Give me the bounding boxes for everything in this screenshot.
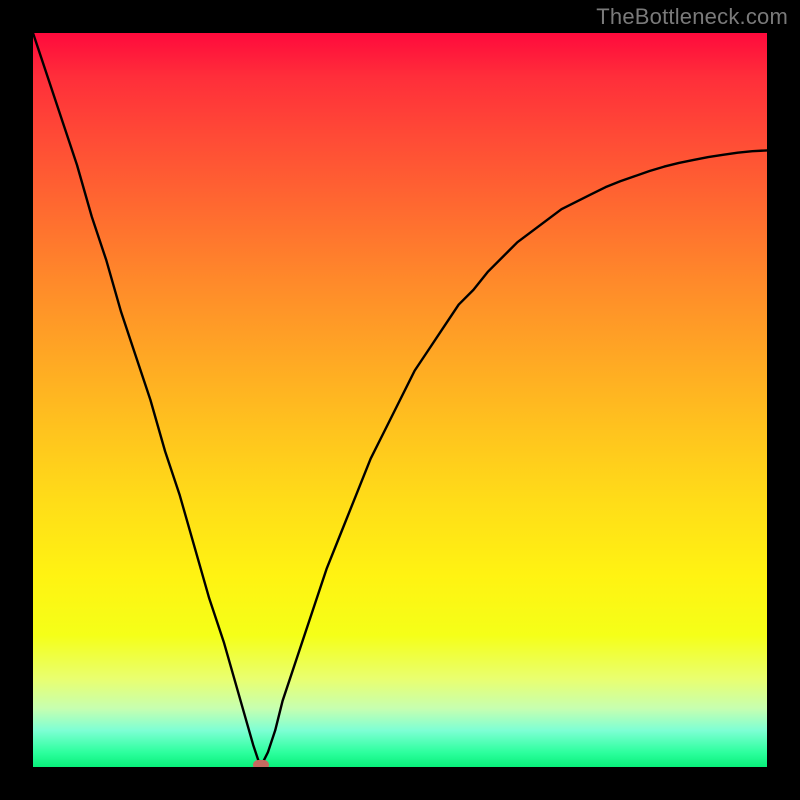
bottleneck-curve bbox=[33, 33, 767, 767]
plot-area bbox=[33, 33, 767, 767]
watermark-text: TheBottleneck.com bbox=[596, 4, 788, 30]
chart-frame: TheBottleneck.com bbox=[0, 0, 800, 800]
optimum-marker bbox=[253, 760, 269, 767]
